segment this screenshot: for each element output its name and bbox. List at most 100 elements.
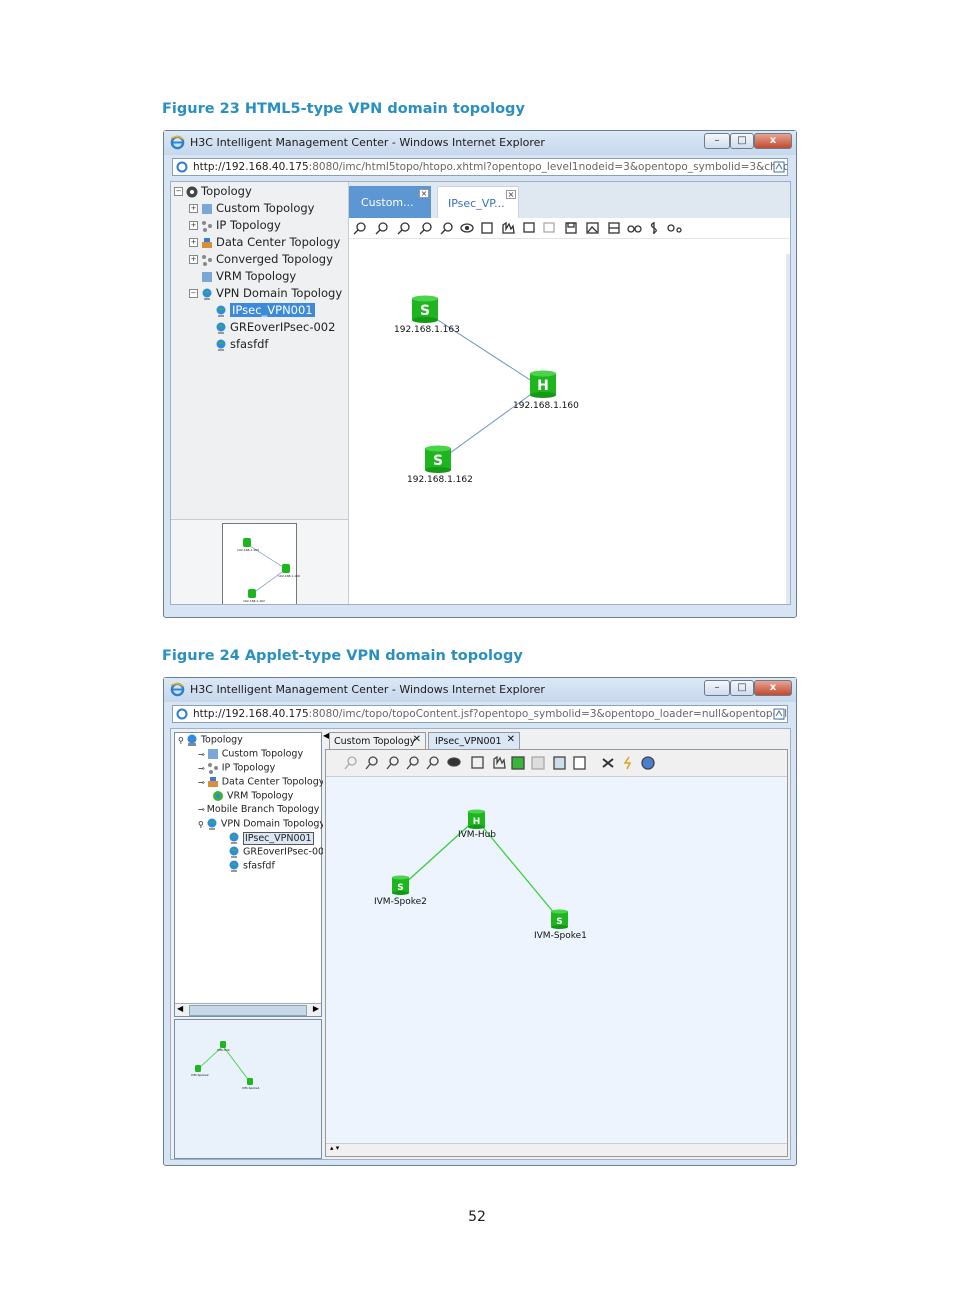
compat-view-icon[interactable] <box>773 708 785 720</box>
minimize-button[interactable]: – <box>704 680 730 696</box>
figure-24-caption: Figure 24 Applet-type VPN domain topolog… <box>162 648 523 664</box>
node-label: 192.168.1.160 <box>513 401 579 411</box>
tree-item-ipsec-vpn001[interactable]: IPsec_VPN001 <box>215 303 315 317</box>
data-center-icon <box>207 777 218 787</box>
spoke-node-icon[interactable]: S <box>411 295 439 323</box>
minimize-button[interactable]: – <box>704 133 730 149</box>
tab-custom[interactable]: Custom... × <box>349 186 431 218</box>
tree-root[interactable]: ⚲ Topology <box>178 734 243 746</box>
tree-item-sfasfdf[interactable]: sfasfdf <box>215 337 268 351</box>
overview-label: IVM-Spoke2 <box>191 1073 209 1077</box>
tab-bar: Custom... × IPsec_VP... × <box>349 182 790 218</box>
tree-item-vrm-topology[interactable]: VRM Topology <box>201 269 296 283</box>
tree-item-vpn-domain-topology[interactable]: ⚲ VPN Domain Topology <box>198 818 325 830</box>
tree-item-vpn-domain-topology[interactable]: − VPN Domain Topology <box>189 286 342 300</box>
custom-topology-icon <box>202 203 212 214</box>
close-tab-icon[interactable]: × <box>506 190 516 199</box>
address-bar[interactable]: http://192.168.40.175:8080/imc/topo/topo… <box>172 705 788 723</box>
spoke-node-icon[interactable]: S <box>391 875 410 895</box>
tab-ipsec-vpn001[interactable]: IPsec_VPN001 ✕ <box>428 732 520 749</box>
compat-view-icon[interactable] <box>773 161 785 173</box>
node-letter: S <box>556 917 562 927</box>
toolbar-icons[interactable] <box>353 221 693 235</box>
overview-panel: IVM-Hub IVM-Spoke2 IVM-Spoke1 <box>174 1019 322 1159</box>
tab-content: H IVM-Hub S IVM-Spoke2 S IVM-Spoke1 ▴ ▾ <box>325 749 788 1157</box>
ip-topology-icon <box>207 763 218 774</box>
topology-icon <box>187 734 197 746</box>
tree-item-converged-topology[interactable]: + Converged Topology <box>189 252 333 266</box>
globe-icon <box>229 860 239 872</box>
address-host: http://192.168.40.175 <box>193 708 309 720</box>
globe-icon <box>216 322 226 334</box>
vrm-topology-icon <box>202 271 212 282</box>
custom-topology-icon <box>207 749 218 759</box>
split-bar[interactable]: ▴ ▾ <box>326 1143 787 1156</box>
address-path: :8080/imc/topo/topoContent.jsf?opentopo_… <box>308 708 788 720</box>
topology-links <box>426 312 542 462</box>
window-title: H3C Intelligent Management Center - Wind… <box>190 136 545 149</box>
node-label: 192.168.1.162 <box>407 475 473 485</box>
tree-item-data-center-topology[interactable]: + Data Center Topology <box>189 235 340 249</box>
topology-canvas: H IVM-Hub S IVM-Spoke2 S IVM-Spoke1 <box>326 777 787 1144</box>
tree-item-greoveripsec-00[interactable]: GREoverIPsec-00 <box>228 846 324 858</box>
tree-item-mobile-branch-topology[interactable]: ⊸ Mobile Branch Topology <box>198 804 319 815</box>
topology-canvas: S 192.168.1.163 H 192.168.1.160 S 192.16… <box>349 239 790 604</box>
tree-panel: ⚲ Topology ⊸ Custom Topology ⊸ IP Topology … <box>174 732 325 1017</box>
overview-label: IVM-Spoke1 <box>242 1086 260 1090</box>
tree-item-ip-topology[interactable]: + IP Topology <box>189 218 281 232</box>
overview-label: 192.168.1.163 <box>237 548 259 552</box>
tree-item-custom-topology[interactable]: + Custom Topology <box>189 201 315 215</box>
globe-icon <box>216 339 226 351</box>
close-button[interactable]: x <box>754 133 792 149</box>
close-button[interactable]: x <box>754 680 792 696</box>
node-letter: S <box>420 303 430 319</box>
node-letter: H <box>537 378 549 394</box>
globe-icon <box>229 832 239 844</box>
spoke-node-icon[interactable]: S <box>550 909 569 929</box>
topology-area: Custom... × IPsec_VP... × S 192.168.1.16… <box>349 182 790 604</box>
spoke-node-icon[interactable]: S <box>424 445 452 473</box>
node-label: IVM-Spoke2 <box>374 897 427 907</box>
scroll-thumb[interactable] <box>189 1005 307 1016</box>
overview-map <box>243 538 290 598</box>
tab-ipsec[interactable]: IPsec_VP... × <box>437 186 519 218</box>
ie-window-applet: H3C Intelligent Management Center - Wind… <box>163 677 797 1166</box>
tree-item-custom-topology[interactable]: ⊸ Custom Topology <box>198 748 303 760</box>
tab-custom-topology[interactable]: Custom Topology ✕ <box>329 732 426 749</box>
overview-label: 192.168.1.160 <box>278 574 300 578</box>
tree-item-sfasfdf[interactable]: sfasfdf <box>228 860 275 872</box>
close-tab-icon[interactable]: × <box>419 189 429 198</box>
toolbar-icons[interactable] <box>330 755 670 771</box>
overview-panel: 192.168.1.163 192.168.1.160 192.168.1.16… <box>171 519 349 604</box>
node-label: 192.168.1.163 <box>394 325 460 335</box>
page-icon <box>176 708 188 720</box>
tree-root[interactable]: − Topology <box>174 184 252 198</box>
horizontal-scrollbar[interactable]: ◀ ▶ <box>175 1003 321 1016</box>
address-bar[interactable]: http://192.168.40.175:8080/imc/html5topo… <box>172 158 788 176</box>
converged-topology-icon <box>202 254 212 266</box>
address-path: :8080/imc/html5topo/htopo.xhtml?opentopo… <box>308 161 788 173</box>
ie-logo-icon <box>170 135 185 150</box>
overview-label: 192.168.1.162 <box>243 599 265 603</box>
tree-item-vrm-topology[interactable]: VRM Topology <box>212 790 293 802</box>
hub-node-icon[interactable]: H <box>529 370 557 398</box>
address-host: http://192.168.40.175 <box>193 161 309 173</box>
topology-links <box>402 818 561 921</box>
tree-item-data-center-topology[interactable]: ⊸ Data Center Topology <box>198 776 324 788</box>
node-label: IVM-Spoke1 <box>534 931 587 941</box>
node-label: IVM-Hub <box>458 830 497 840</box>
hub-node-icon[interactable]: H <box>467 809 486 829</box>
tree-item-ip-topology[interactable]: ⊸ IP Topology <box>198 762 275 774</box>
tree-item-greoveripsec-002[interactable]: GREoverIPsec-002 <box>215 320 335 334</box>
globe-icon <box>229 846 239 858</box>
close-tab-icon[interactable]: ✕ <box>413 734 421 745</box>
topology-icon <box>186 186 198 197</box>
scroll-left-icon[interactable]: ◀ <box>177 1004 183 1013</box>
maximize-button[interactable]: □ <box>730 680 754 696</box>
tree-item-ipsec-vpn001[interactable]: IPsec_VPN001 <box>228 831 314 845</box>
scroll-right-icon[interactable]: ▶ <box>313 1004 319 1013</box>
overview-viewport[interactable]: 192.168.1.163 192.168.1.160 192.168.1.16… <box>222 523 300 604</box>
maximize-button[interactable]: □ <box>730 133 754 149</box>
page-number: 52 <box>468 1209 486 1225</box>
close-tab-icon[interactable]: ✕ <box>507 734 515 745</box>
